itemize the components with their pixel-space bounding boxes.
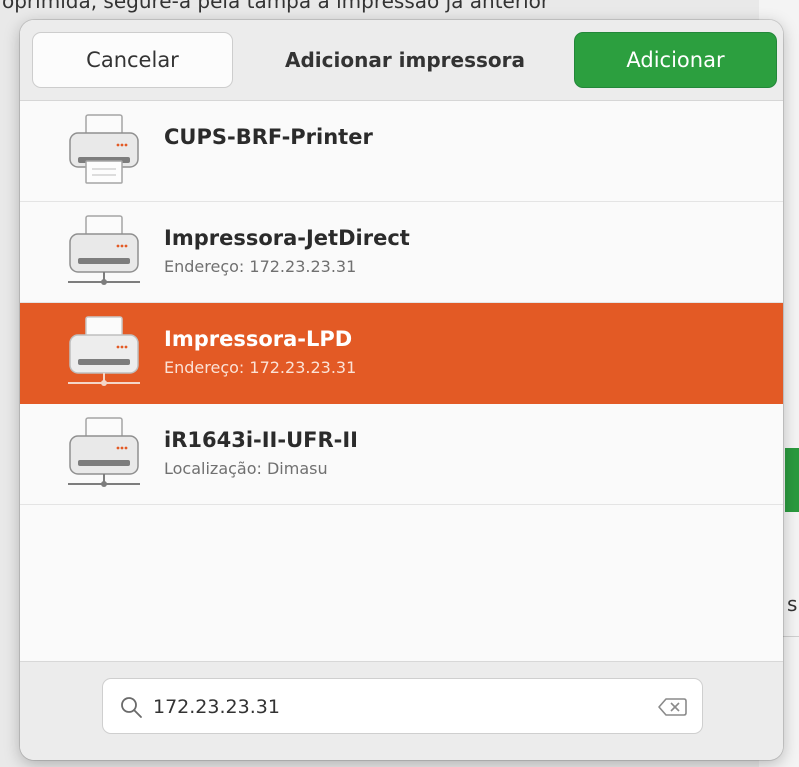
background-side-text: s [787, 592, 798, 616]
background-green-element [785, 448, 799, 512]
printer-name: iR1643i-II-UFR-II [164, 428, 358, 452]
network-printer-icon [68, 417, 140, 487]
search-icon [121, 697, 142, 718]
search-box[interactable] [102, 678, 703, 734]
network-printer-icon [68, 215, 140, 285]
printer-name: CUPS-BRF-Printer [164, 125, 373, 149]
printer-name: Impressora-LPD [164, 327, 353, 351]
printer-row-ir1643i[interactable]: iR1643i-II-UFR-II Localização: Dimasu [20, 404, 783, 505]
network-printer-icon [68, 316, 140, 386]
printer-list: CUPS-BRF-Printer Impressora-JetDirect En… [20, 101, 783, 505]
add-button[interactable]: Adicionar [574, 32, 777, 88]
search-input[interactable] [151, 687, 635, 727]
clear-search-icon[interactable] [656, 695, 688, 719]
cancel-button[interactable]: Cancelar [32, 32, 233, 88]
printer-row-lpd[interactable]: Impressora-LPD Endereço: 172.23.23.31 [20, 303, 783, 404]
printer-detail: Endereço: 172.23.23.31 [164, 358, 357, 377]
add-printer-dialog: Cancelar Adicionar impressora Adicionar … [20, 20, 783, 760]
background-window-text: oprimida, segure-a pela tampa a impressã… [0, 0, 799, 20]
search-bar-area [20, 661, 783, 760]
background-top-text: oprimida, segure-a pela tampa a impressã… [2, 0, 550, 13]
dialog-title: Adicionar impressora [284, 48, 525, 72]
printer-detail: Endereço: 172.23.23.31 [164, 257, 357, 276]
printer-row-cups-brf[interactable]: CUPS-BRF-Printer [20, 101, 783, 202]
printer-icon [69, 114, 139, 184]
dialog-header: Cancelar Adicionar impressora Adicionar [20, 20, 783, 101]
printer-name: Impressora-JetDirect [164, 226, 410, 250]
printer-row-jetdirect[interactable]: Impressora-JetDirect Endereço: 172.23.23… [20, 202, 783, 303]
printer-detail: Localização: Dimasu [164, 459, 328, 478]
